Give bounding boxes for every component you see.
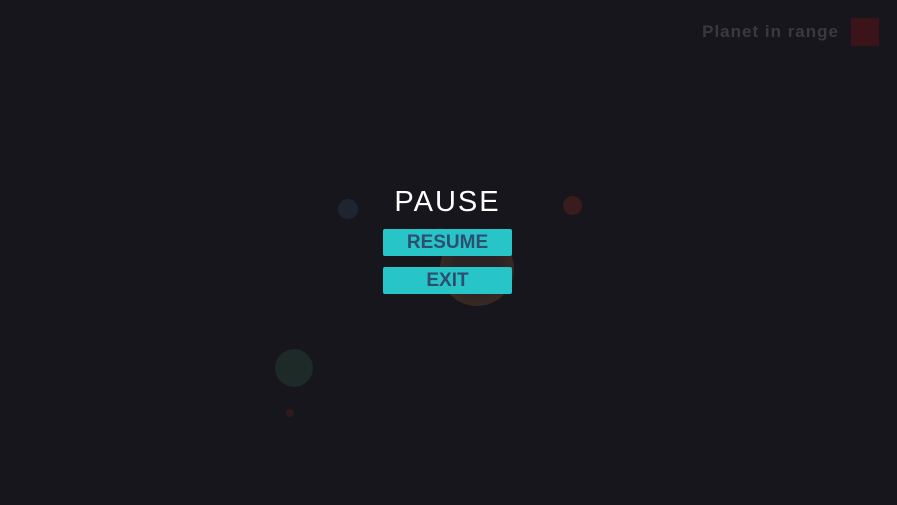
pause-menu: PAUSE RESUME EXIT bbox=[383, 184, 512, 305]
planet-small-red bbox=[286, 409, 294, 417]
planet-red bbox=[563, 196, 582, 215]
resume-button[interactable]: RESUME bbox=[383, 229, 512, 256]
planet-in-range-indicator: Planet in range bbox=[702, 18, 879, 46]
pause-title: PAUSE bbox=[394, 186, 501, 218]
planet-green bbox=[275, 349, 313, 387]
exit-button[interactable]: EXIT bbox=[383, 267, 512, 294]
range-status-box bbox=[851, 18, 879, 46]
planet-in-range-label: Planet in range bbox=[702, 22, 839, 41]
planet-blue bbox=[338, 199, 358, 219]
